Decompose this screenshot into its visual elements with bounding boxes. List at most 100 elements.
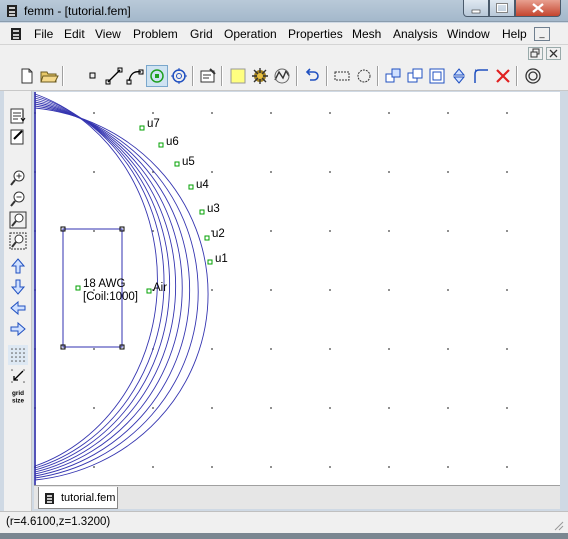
show-grid-icon[interactable] — [8, 345, 28, 365]
grid-dot — [506, 348, 508, 350]
menu-grid[interactable]: Grid — [190, 27, 213, 41]
mdi-close-button[interactable] — [546, 47, 561, 60]
mdi-restore-button[interactable] — [528, 47, 543, 60]
grid-dot — [388, 112, 390, 114]
grid-dot — [211, 407, 213, 409]
grid-dot — [506, 289, 508, 291]
grid-dot — [270, 171, 272, 173]
menu-analysis[interactable]: Analysis — [393, 27, 438, 41]
mirror-icon[interactable] — [449, 66, 469, 86]
copy-icon[interactable] — [405, 66, 425, 86]
grid-dot — [447, 466, 449, 468]
zoom-window-icon[interactable] — [8, 231, 28, 251]
menu-window[interactable]: Window — [447, 27, 490, 41]
snap-grid-toggle-icon[interactable] — [8, 366, 28, 386]
mesh-icon[interactable] — [250, 66, 270, 86]
label-u3: u3 — [207, 203, 220, 215]
mdi-controls-row — [0, 45, 568, 63]
drawing-canvas[interactable]: u7 u6 u5 u4 u3 u2 u1 18 AWG [Coil:1000] … — [34, 92, 560, 485]
femm-app-icon — [7, 5, 17, 17]
circle-props-icon[interactable] — [523, 66, 543, 86]
document-icon[interactable] — [10, 27, 22, 41]
grid-dot — [329, 289, 331, 291]
grid-dot — [506, 407, 508, 409]
arc-segment-mode-icon[interactable] — [125, 66, 145, 86]
new-document-icon[interactable] — [17, 66, 37, 86]
grid-dot — [388, 348, 390, 350]
menu-properties[interactable]: Properties — [288, 27, 343, 41]
grid-dot — [447, 348, 449, 350]
material-library-icon[interactable] — [228, 66, 248, 86]
coil-block-label-marker[interactable] — [75, 285, 81, 291]
menu-view[interactable]: View — [95, 27, 121, 41]
move-icon[interactable] — [383, 66, 403, 86]
grid-dot — [152, 466, 154, 468]
air-block-label-marker[interactable] — [146, 288, 152, 294]
grid-dot — [93, 171, 95, 173]
snap-grid-icon[interactable] — [8, 106, 28, 126]
delete-icon[interactable] — [493, 66, 513, 86]
grid-dot — [270, 230, 272, 232]
pan-left-icon[interactable] — [8, 298, 28, 318]
menu-operation[interactable]: Operation — [224, 27, 277, 41]
grid-dot — [93, 348, 95, 350]
label-u5: u5 — [182, 156, 195, 168]
node-mode-icon[interactable] — [83, 66, 103, 86]
group-mode-icon[interactable] — [169, 66, 189, 86]
grid-dot — [329, 407, 331, 409]
grid-dot — [211, 112, 213, 114]
coil-circuit-label: [Coil:1000] — [83, 291, 138, 303]
menu-edit[interactable]: Edit — [64, 27, 85, 41]
pan-up-icon[interactable] — [8, 256, 28, 276]
grid-dot — [152, 112, 154, 114]
grid-dot — [329, 348, 331, 350]
grid-dot — [506, 466, 508, 468]
block-label-mode-icon[interactable] — [146, 65, 168, 87]
title-bar: femm - [tutorial.fem] — [0, 0, 568, 22]
zoom-in-icon[interactable] — [8, 168, 28, 188]
grid-size-icon[interactable]: grid size — [8, 387, 28, 409]
zoom-out-icon[interactable] — [8, 189, 28, 209]
select-circle-icon[interactable] — [354, 66, 374, 86]
problem-definition-icon[interactable] — [198, 66, 218, 86]
grid-dot — [506, 230, 508, 232]
grid-dot — [447, 230, 449, 232]
maximize-button[interactable] — [489, 0, 515, 17]
desktop-background-strip — [0, 533, 568, 539]
resize-grip-icon[interactable] — [552, 519, 564, 531]
minimize-button[interactable] — [463, 0, 489, 17]
show-names-icon[interactable] — [8, 127, 28, 147]
menu-help[interactable]: Help — [502, 27, 527, 41]
coil-material-label: 18 AWG — [83, 278, 126, 290]
grid-dot — [270, 289, 272, 291]
svg-text:size: size — [12, 397, 24, 404]
zoom-natural-icon[interactable] — [8, 210, 28, 230]
grid-dot — [388, 407, 390, 409]
pan-right-icon[interactable] — [8, 319, 28, 339]
open-folder-icon[interactable] — [39, 66, 59, 86]
mdi-minimize-button[interactable]: _ — [534, 27, 550, 41]
undo-icon[interactable] — [302, 66, 322, 86]
air-label: Air — [153, 282, 168, 294]
grid-dot — [93, 407, 95, 409]
coordinate-readout: (r=4.6100,z=1.3200) — [6, 516, 111, 528]
grid-dot — [447, 112, 449, 114]
grid-dot — [388, 230, 390, 232]
menu-file[interactable]: File — [34, 27, 53, 41]
select-rectangle-icon[interactable] — [332, 66, 352, 86]
grid-dot — [329, 230, 331, 232]
label-u1: u1 — [215, 253, 228, 265]
pan-down-icon[interactable] — [8, 277, 28, 297]
fillet-icon[interactable] — [471, 66, 491, 86]
grid-dot — [270, 407, 272, 409]
svg-text:grid: grid — [12, 390, 24, 397]
grid-dot — [329, 112, 331, 114]
run-solver-icon[interactable] — [272, 66, 292, 86]
segment-mode-icon[interactable] — [104, 66, 124, 86]
scale-icon[interactable] — [427, 66, 447, 86]
close-button[interactable] — [515, 0, 561, 17]
menu-mesh[interactable]: Mesh — [352, 27, 381, 41]
menu-problem[interactable]: Problem — [133, 27, 178, 41]
grid-dot — [270, 466, 272, 468]
label-u4: u4 — [196, 179, 209, 191]
